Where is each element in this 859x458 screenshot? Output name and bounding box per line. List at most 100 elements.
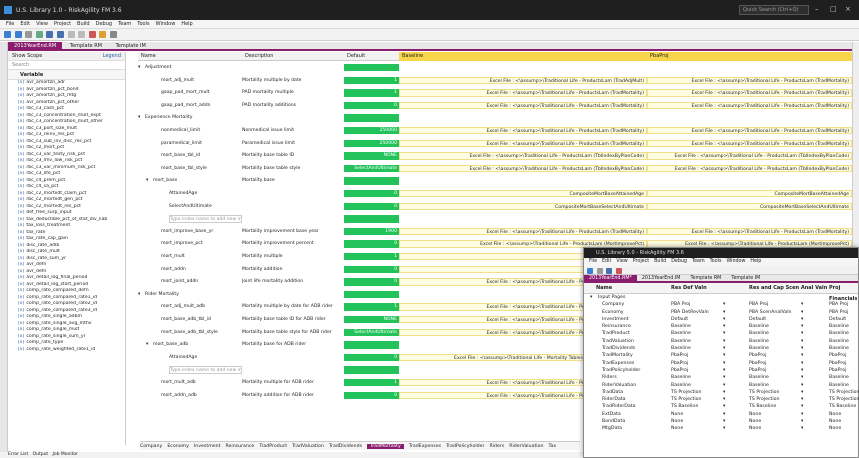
input-page-row[interactable]: MtgDataNone▾None▾None▾ xyxy=(584,425,858,432)
scenario-select[interactable]: PbaProj xyxy=(749,367,766,374)
scenario-select[interactable]: None xyxy=(671,425,683,432)
input-page-row[interactable]: TradValuationBaseline▾Baseline▾Baseline▾ xyxy=(584,338,858,345)
back-icon[interactable] xyxy=(4,31,11,38)
scenario-select[interactable]: TS Baseline xyxy=(671,403,698,410)
close-icon[interactable]: × xyxy=(845,5,851,13)
scenario-select[interactable]: PbaProj xyxy=(749,360,766,367)
chevron-down-icon[interactable]: ▾ xyxy=(801,411,803,418)
default-value[interactable]: 1 xyxy=(344,89,399,97)
scenario-select[interactable]: TS Baseline xyxy=(749,403,776,410)
chevron-down-icon[interactable]: ▾ xyxy=(723,352,725,359)
default-value[interactable]: 0 xyxy=(344,391,399,399)
scenario-select[interactable]: TS Projection xyxy=(829,389,859,396)
menu-debug[interactable]: Debug xyxy=(96,20,112,29)
baseline-value[interactable]: Excel File : <\assump>\Traditional Life … xyxy=(399,227,647,236)
grid-row[interactable]: nonmedical_limit Nonmedical issue limit 25… xyxy=(138,127,852,135)
scenario-select[interactable]: Baseline xyxy=(749,323,769,330)
baseline-value[interactable]: Excel File : <\assump>\Traditional Life … xyxy=(399,152,647,160)
default-value[interactable]: SelectAndUltimate xyxy=(344,328,399,336)
default-value[interactable]: 0 xyxy=(344,190,399,198)
sheet-tab-tradmortality[interactable]: TradMortality xyxy=(367,444,404,449)
pbaproj-value[interactable]: Excel File : <\assump>\Traditional Life … xyxy=(647,127,852,135)
input-page-row[interactable]: TradData TS Projection ▾ TS Projection ▾ TS P… xyxy=(584,389,859,396)
chevron-down-icon[interactable]: ▾ xyxy=(801,323,803,330)
baseline-value[interactable]: CompositeMortBaseSelectAndUltimate xyxy=(399,202,647,210)
scenario-select[interactable]: PbaProj xyxy=(749,352,766,359)
input-page-row[interactable]: ExtDataNone▾None▾None▾ xyxy=(584,411,858,418)
back-icon[interactable] xyxy=(587,268,593,274)
input-page-row[interactable]: RiderValuation Baseline ▾ Baseline ▾ Baseline… xyxy=(584,382,858,389)
sheet-tab-riders[interactable]: Riders xyxy=(489,444,504,449)
input-page-row[interactable]: RidersBaseline▾Baseline▾Baseline▾ xyxy=(584,374,858,381)
menu-window[interactable]: Window xyxy=(156,20,176,29)
save-all-icon[interactable] xyxy=(56,31,64,38)
scenario-select[interactable]: Default xyxy=(671,316,688,323)
output-tab[interactable]: Output xyxy=(33,452,49,457)
scenario-select[interactable]: Baseline xyxy=(671,345,691,352)
grid-row[interactable]: SelectAndUltimate 0 CompositeMortBaseSelec… xyxy=(138,202,852,210)
chevron-down-icon[interactable]: ▾ xyxy=(723,345,725,352)
default-value[interactable]: 0 xyxy=(344,278,399,286)
scenario-select[interactable]: Default xyxy=(829,316,846,323)
col-description[interactable]: Description xyxy=(242,52,344,61)
scenario-select[interactable]: Baseline xyxy=(829,345,849,352)
scenario-select[interactable]: TS Projection xyxy=(829,396,859,403)
scenario-select[interactable]: TS Projection xyxy=(671,396,702,403)
scenario-select[interactable]: Baseline xyxy=(749,345,769,352)
baseline-value[interactable]: CompositeMortBaseAttainedAge xyxy=(399,190,647,198)
group-row[interactable]: ▾ mort_base Mortality base xyxy=(138,177,852,185)
col-pbaproj[interactable]: PbaProj xyxy=(647,52,852,61)
variable-column-header[interactable]: Variable xyxy=(8,70,125,80)
sheet-tab-tradproduct[interactable]: TradProduct xyxy=(259,444,287,449)
grid-row[interactable]: Type index name to add new index xyxy=(138,215,852,223)
sheet-tab-economy[interactable]: Economy xyxy=(167,444,189,449)
input-page-row[interactable]: RiderData TS Projection ▾ TS Projection ▾ TS … xyxy=(584,396,859,403)
baseline-value[interactable]: Excel File : <\assump>\Traditional Life … xyxy=(399,101,647,110)
menu-window[interactable]: Window xyxy=(726,259,745,264)
menu-help[interactable]: Help xyxy=(181,20,192,29)
build-icon[interactable] xyxy=(99,31,107,38)
menu-file[interactable]: File xyxy=(6,20,14,29)
pbaproj-value[interactable]: Excel File : <\assump>\Traditional Life … xyxy=(647,152,852,160)
group-row[interactable]: ▾ Adjustment xyxy=(138,64,852,72)
chevron-down-icon[interactable]: ▾ xyxy=(723,323,725,330)
grid-row[interactable]: gaap_pad_mort_mult PAD mortality multiple… xyxy=(138,89,852,97)
error-list-tab[interactable]: Error List xyxy=(8,452,28,457)
scenario-select[interactable]: Baseline xyxy=(749,338,769,345)
quick-search-input[interactable]: Quick Search (Ctrl+Q) xyxy=(739,5,809,15)
sheet-tab-tradvaluation[interactable]: TradValuation xyxy=(292,444,324,449)
scenario-select[interactable]: PbaProj xyxy=(671,360,688,367)
expand-icon[interactable]: ▾ xyxy=(590,294,592,301)
scenario-select[interactable]: TS Projection xyxy=(749,389,780,396)
expand-icon[interactable]: ▾ xyxy=(138,291,144,298)
pbaproj-value[interactable]: Excel File : <\assump>\Traditional Life … xyxy=(647,89,852,97)
job-monitor-tab[interactable]: Job Monitor xyxy=(53,452,78,457)
new-icon[interactable] xyxy=(25,31,33,38)
chevron-down-icon[interactable]: ▾ xyxy=(801,403,803,410)
menu-help[interactable]: Help xyxy=(750,259,761,264)
scenario-select[interactable]: PbaProj xyxy=(671,352,688,359)
tab-2013yearend-rm[interactable]: 2013YearEnd.RM xyxy=(8,42,63,51)
scenario-select[interactable]: None xyxy=(749,411,761,418)
col-res-cap-scen[interactable]: Res and Cap Scen Anal Valn xyxy=(749,283,827,294)
col-baseline[interactable]: Baseline xyxy=(399,52,647,61)
chevron-down-icon[interactable]: ▾ xyxy=(723,309,725,316)
sheet-tab-tradexpenses[interactable]: TradExpenses xyxy=(409,444,441,449)
menu-view[interactable]: View xyxy=(36,20,48,29)
menu-build[interactable]: Build xyxy=(77,20,90,29)
scenario-select[interactable]: Baseline xyxy=(749,330,769,337)
expand-icon[interactable]: ▾ xyxy=(146,177,152,184)
col-name[interactable]: Name xyxy=(596,283,612,294)
default-value[interactable]: 250000 xyxy=(344,139,399,147)
col-name[interactable]: Name xyxy=(138,52,242,61)
tab-2013yearend-rm[interactable]: 2013YearEnd.RM* xyxy=(584,275,637,283)
baseline-value[interactable]: Excel File : <\assump>\Traditional Life … xyxy=(399,89,647,97)
chevron-down-icon[interactable]: ▾ xyxy=(801,309,803,316)
input-page-row[interactable]: CompanyPBA Proj▾PBA Proj▾PBA Proj▾ xyxy=(584,301,858,308)
default-value[interactable]: 0 xyxy=(344,101,399,110)
pbaproj-value[interactable]: Excel File : <\assump>\Traditional Life … xyxy=(647,227,852,236)
menu-view[interactable]: View xyxy=(616,259,627,264)
chevron-down-icon[interactable]: ▾ xyxy=(723,418,725,425)
undo-icon[interactable] xyxy=(67,31,75,38)
forward-icon[interactable] xyxy=(14,31,22,38)
